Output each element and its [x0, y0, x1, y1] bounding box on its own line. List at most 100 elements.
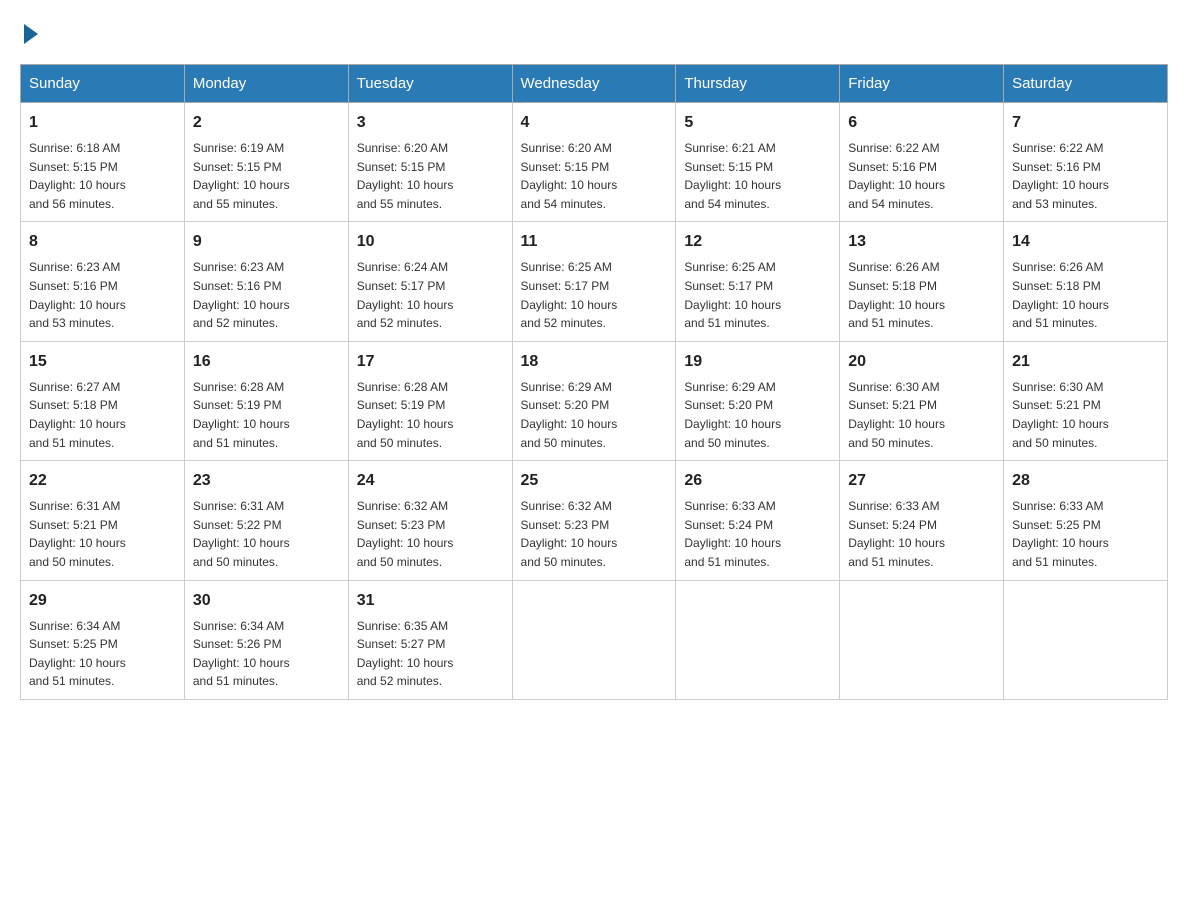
calendar-cell: 1 Sunrise: 6:18 AMSunset: 5:15 PMDaylight…: [21, 103, 185, 222]
day-number: 29: [29, 589, 176, 613]
day-info: Sunrise: 6:33 AMSunset: 5:25 PMDaylight:…: [1012, 497, 1159, 571]
calendar-header-thursday: Thursday: [676, 65, 840, 103]
calendar-cell: 2Sunrise: 6:19 AMSunset: 5:15 PMDaylight…: [184, 103, 348, 222]
calendar-cell: 11 Sunrise: 6:25 AMSunset: 5:17 PMDayligh…: [512, 222, 676, 341]
day-info: Sunrise: 6:22 AMSunset: 5:16 PMDaylight:…: [848, 139, 995, 213]
day-info: Sunrise: 6:22 AMSunset: 5:16 PMDaylight:…: [1012, 139, 1159, 213]
day-info: Sunrise: 6:30 AMSunset: 5:21 PMDaylight:…: [1012, 378, 1159, 452]
calendar-cell: 8Sunrise: 6:23 AMSunset: 5:16 PMDaylight…: [21, 222, 185, 341]
calendar-week-row: 29 Sunrise: 6:34 AMSunset: 5:25 PMDayligh…: [21, 580, 1168, 699]
day-info: Sunrise: 6:28 AMSunset: 5:19 PMDaylight:…: [193, 378, 340, 452]
day-number: 28: [1012, 469, 1159, 493]
calendar-cell: [1004, 580, 1168, 699]
day-info: Sunrise: 6:32 AMSunset: 5:23 PMDaylight:…: [357, 497, 504, 571]
calendar-cell: 16 Sunrise: 6:28 AMSunset: 5:19 PMDayligh…: [184, 341, 348, 460]
day-number: 25: [521, 469, 668, 493]
day-number: 1: [29, 111, 176, 135]
calendar-cell: 25 Sunrise: 6:32 AMSunset: 5:23 PMDayligh…: [512, 461, 676, 580]
calendar-cell: 19 Sunrise: 6:29 AMSunset: 5:20 PMDayligh…: [676, 341, 840, 460]
page-header: [20, 20, 1168, 44]
day-info: Sunrise: 6:29 AMSunset: 5:20 PMDaylight:…: [684, 378, 831, 452]
day-info: Sunrise: 6:25 AMSunset: 5:17 PMDaylight:…: [684, 258, 831, 332]
day-number: 22: [29, 469, 176, 493]
day-number: 7: [1012, 111, 1159, 135]
logo: [20, 20, 38, 44]
calendar-cell: 24Sunrise: 6:32 AMSunset: 5:23 PMDayligh…: [348, 461, 512, 580]
calendar-cell: 15Sunrise: 6:27 AMSunset: 5:18 PMDayligh…: [21, 341, 185, 460]
calendar-cell: 21 Sunrise: 6:30 AMSunset: 5:21 PMDayligh…: [1004, 341, 1168, 460]
calendar-cell: 30 Sunrise: 6:34 AMSunset: 5:26 PMDayligh…: [184, 580, 348, 699]
day-info: Sunrise: 6:25 AMSunset: 5:17 PMDaylight:…: [521, 258, 668, 332]
calendar-header-monday: Monday: [184, 65, 348, 103]
logo-arrow-icon: [24, 24, 38, 44]
calendar-cell: 9Sunrise: 6:23 AMSunset: 5:16 PMDaylight…: [184, 222, 348, 341]
calendar-cell: 31 Sunrise: 6:35 AMSunset: 5:27 PMDayligh…: [348, 580, 512, 699]
day-info: Sunrise: 6:34 AMSunset: 5:26 PMDaylight:…: [193, 617, 340, 691]
day-info: Sunrise: 6:35 AMSunset: 5:27 PMDaylight:…: [357, 617, 504, 691]
calendar-header-tuesday: Tuesday: [348, 65, 512, 103]
calendar-cell: 29 Sunrise: 6:34 AMSunset: 5:25 PMDayligh…: [21, 580, 185, 699]
day-number: 16: [193, 350, 340, 374]
day-info: Sunrise: 6:34 AMSunset: 5:25 PMDaylight:…: [29, 617, 176, 691]
day-number: 19: [684, 350, 831, 374]
day-info: Sunrise: 6:31 AMSunset: 5:22 PMDaylight:…: [193, 497, 340, 571]
calendar-cell: 20Sunrise: 6:30 AMSunset: 5:21 PMDayligh…: [840, 341, 1004, 460]
calendar-header-friday: Friday: [840, 65, 1004, 103]
calendar-cell: [840, 580, 1004, 699]
day-info: Sunrise: 6:33 AMSunset: 5:24 PMDaylight:…: [684, 497, 831, 571]
day-number: 10: [357, 230, 504, 254]
day-info: Sunrise: 6:33 AMSunset: 5:24 PMDaylight:…: [848, 497, 995, 571]
calendar-cell: 4 Sunrise: 6:20 AMSunset: 5:15 PMDaylight…: [512, 103, 676, 222]
day-info: Sunrise: 6:26 AMSunset: 5:18 PMDaylight:…: [848, 258, 995, 332]
day-number: 31: [357, 589, 504, 613]
day-number: 21: [1012, 350, 1159, 374]
calendar-cell: 22 Sunrise: 6:31 AMSunset: 5:21 PMDayligh…: [21, 461, 185, 580]
calendar-cell: 5Sunrise: 6:21 AMSunset: 5:15 PMDaylight…: [676, 103, 840, 222]
day-info: Sunrise: 6:29 AMSunset: 5:20 PMDaylight:…: [521, 378, 668, 452]
day-number: 26: [684, 469, 831, 493]
day-number: 12: [684, 230, 831, 254]
day-number: 15: [29, 350, 176, 374]
calendar-cell: 27 Sunrise: 6:33 AMSunset: 5:24 PMDayligh…: [840, 461, 1004, 580]
calendar-week-row: 15Sunrise: 6:27 AMSunset: 5:18 PMDayligh…: [21, 341, 1168, 460]
day-info: Sunrise: 6:31 AMSunset: 5:21 PMDaylight:…: [29, 497, 176, 571]
calendar-cell: 13Sunrise: 6:26 AMSunset: 5:18 PMDayligh…: [840, 222, 1004, 341]
day-number: 14: [1012, 230, 1159, 254]
calendar-week-row: 8Sunrise: 6:23 AMSunset: 5:16 PMDaylight…: [21, 222, 1168, 341]
day-info: Sunrise: 6:23 AMSunset: 5:16 PMDaylight:…: [193, 258, 340, 332]
calendar-table: SundayMondayTuesdayWednesdayThursdayFrid…: [20, 64, 1168, 700]
day-number: 17: [357, 350, 504, 374]
calendar-cell: [512, 580, 676, 699]
calendar-cell: 14 Sunrise: 6:26 AMSunset: 5:18 PMDayligh…: [1004, 222, 1168, 341]
calendar-header-wednesday: Wednesday: [512, 65, 676, 103]
day-number: 3: [357, 111, 504, 135]
day-number: 27: [848, 469, 995, 493]
day-info: Sunrise: 6:28 AMSunset: 5:19 PMDaylight:…: [357, 378, 504, 452]
calendar-week-row: 22 Sunrise: 6:31 AMSunset: 5:21 PMDayligh…: [21, 461, 1168, 580]
day-info: Sunrise: 6:24 AMSunset: 5:17 PMDaylight:…: [357, 258, 504, 332]
calendar-cell: 18 Sunrise: 6:29 AMSunset: 5:20 PMDayligh…: [512, 341, 676, 460]
calendar-cell: [676, 580, 840, 699]
day-number: 23: [193, 469, 340, 493]
day-info: Sunrise: 6:26 AMSunset: 5:18 PMDaylight:…: [1012, 258, 1159, 332]
calendar-cell: 6 Sunrise: 6:22 AMSunset: 5:16 PMDaylight…: [840, 103, 1004, 222]
day-number: 30: [193, 589, 340, 613]
day-number: 18: [521, 350, 668, 374]
calendar-week-row: 1 Sunrise: 6:18 AMSunset: 5:15 PMDaylight…: [21, 103, 1168, 222]
day-number: 6: [848, 111, 995, 135]
day-info: Sunrise: 6:20 AMSunset: 5:15 PMDaylight:…: [357, 139, 504, 213]
day-number: 20: [848, 350, 995, 374]
day-info: Sunrise: 6:23 AMSunset: 5:16 PMDaylight:…: [29, 258, 176, 332]
day-number: 4: [521, 111, 668, 135]
day-info: Sunrise: 6:32 AMSunset: 5:23 PMDaylight:…: [521, 497, 668, 571]
calendar-header-row: SundayMondayTuesdayWednesdayThursdayFrid…: [21, 65, 1168, 103]
calendar-cell: 26 Sunrise: 6:33 AMSunset: 5:24 PMDayligh…: [676, 461, 840, 580]
calendar-header-sunday: Sunday: [21, 65, 185, 103]
day-info: Sunrise: 6:20 AMSunset: 5:15 PMDaylight:…: [521, 139, 668, 213]
calendar-cell: 10 Sunrise: 6:24 AMSunset: 5:17 PMDayligh…: [348, 222, 512, 341]
day-info: Sunrise: 6:18 AMSunset: 5:15 PMDaylight:…: [29, 139, 176, 213]
day-number: 5: [684, 111, 831, 135]
day-number: 11: [521, 230, 668, 254]
calendar-cell: 17 Sunrise: 6:28 AMSunset: 5:19 PMDayligh…: [348, 341, 512, 460]
calendar-header-saturday: Saturday: [1004, 65, 1168, 103]
